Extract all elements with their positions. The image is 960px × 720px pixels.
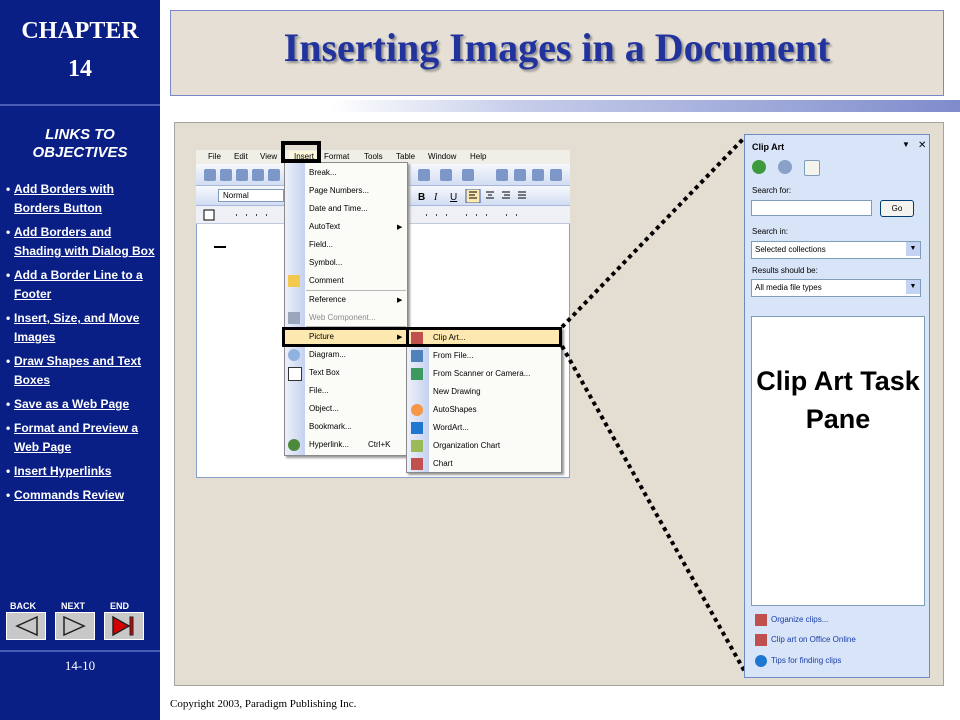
forward-icon[interactable] — [778, 160, 792, 174]
search-in-label: Search in: — [752, 227, 789, 236]
copyright: Copyright 2003, Paradigm Publishing Inc. — [170, 698, 357, 710]
office-online-icon — [755, 634, 767, 646]
results-label: Results should be: — [752, 266, 818, 275]
pane-title: Clip Art — [752, 142, 785, 152]
organize-clips-icon — [755, 614, 767, 626]
callout-label: Clip Art Task Pane — [756, 366, 920, 434]
chevron-down-icon[interactable]: ▼ — [902, 140, 910, 149]
results-select[interactable]: All media file types ▼ — [751, 279, 921, 297]
search-in-select[interactable]: Selected collections ▼ — [751, 241, 921, 259]
chevron-down-icon: ▼ — [906, 280, 920, 294]
organize-clips-link[interactable]: Organize clips... — [771, 615, 828, 624]
back-icon[interactable] — [752, 160, 766, 174]
search-for-label: Search for: — [752, 186, 792, 195]
help-icon — [755, 655, 767, 667]
results-value: All media file types — [755, 283, 822, 292]
tips-link[interactable]: Tips for finding clips — [771, 656, 841, 665]
home-icon[interactable] — [804, 160, 820, 176]
chevron-down-icon: ▼ — [906, 242, 920, 256]
go-button[interactable]: Go — [880, 200, 914, 217]
results-area — [751, 316, 925, 606]
clip-art-online-link[interactable]: Clip art on Office Online — [771, 635, 856, 644]
search-in-value: Selected collections — [755, 245, 826, 254]
search-input[interactable] — [751, 200, 872, 216]
close-icon[interactable]: ✕ — [918, 140, 926, 151]
